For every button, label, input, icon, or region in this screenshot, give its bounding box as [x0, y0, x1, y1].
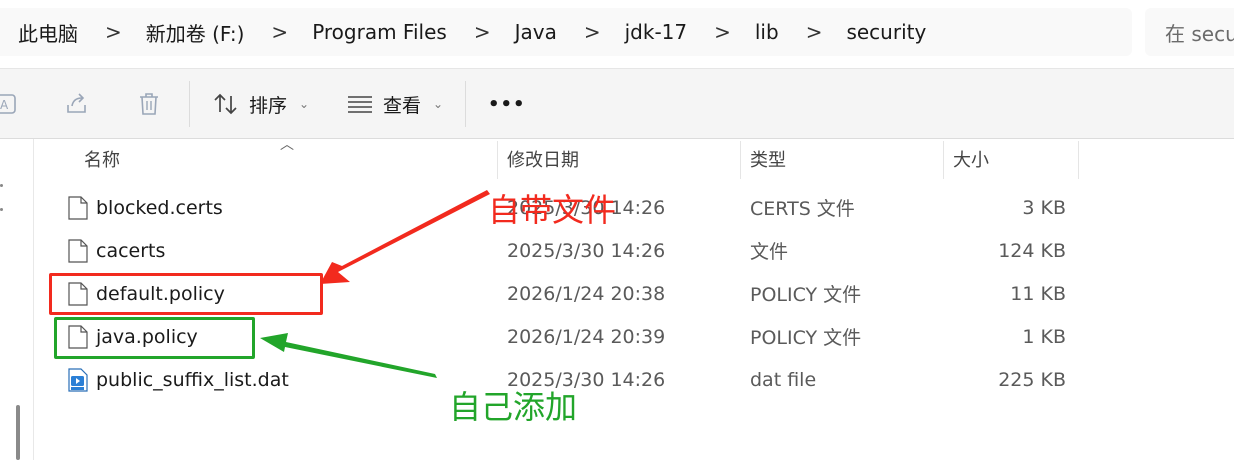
builtin-files-label: 自带文件 — [488, 191, 617, 229]
column-divider[interactable] — [740, 141, 741, 179]
breadcrumb-separator[interactable]: > — [78, 20, 122, 44]
breadcrumb-item-drive[interactable]: 新加卷 (F:) — [122, 18, 245, 47]
trash-icon[interactable] — [136, 91, 162, 117]
vertical-scrollbar[interactable] — [16, 405, 20, 460]
breadcrumb-separator[interactable]: > — [447, 20, 491, 44]
sort-button[interactable]: 排序 ⌄ — [213, 87, 309, 121]
breadcrumb-separator[interactable]: > — [557, 20, 601, 44]
nav-dot — [0, 184, 3, 187]
file-date: 2026/1/24 20:38 — [507, 282, 666, 305]
breadcrumb-separator[interactable]: > — [244, 20, 288, 44]
view-list-icon — [348, 96, 372, 113]
file-size: 225 KB — [998, 368, 1066, 391]
breadcrumb-item-security[interactable]: security — [822, 20, 926, 44]
address-bar-area: 此电脑 > 新加卷 (F:) > Program Files > Java > … — [0, 0, 1234, 69]
column-divider[interactable] — [497, 141, 498, 179]
sort-ascending-icon: ︿ — [280, 137, 294, 153]
document-icon — [68, 196, 88, 220]
column-header-size[interactable]: 大小 — [953, 139, 989, 179]
document-icon — [68, 239, 88, 263]
file-type: POLICY 文件 — [750, 327, 862, 349]
file-row[interactable]: cacerts 2025/3/30 14:26 文件 124 KB — [60, 229, 1080, 272]
search-input[interactable]: 在 security 中搜索 — [1145, 8, 1234, 56]
view-button[interactable]: 查看 ⌄ — [347, 87, 443, 121]
added-highlight-box — [54, 317, 255, 359]
breadcrumb-item-java[interactable]: Java — [491, 20, 557, 44]
file-size: 3 KB — [1022, 196, 1066, 219]
share-icon[interactable] — [64, 91, 90, 117]
sort-icon — [214, 93, 237, 115]
file-size: 124 KB — [998, 239, 1066, 262]
toolbar-divider — [465, 81, 466, 127]
rename-icon[interactable]: A — [0, 91, 18, 117]
breadcrumb-separator[interactable]: > — [687, 20, 731, 44]
breadcrumb-item-lib[interactable]: lib — [731, 20, 779, 44]
file-type: 文件 — [750, 241, 789, 263]
file-type: POLICY 文件 — [750, 284, 862, 306]
command-bar: A 排序 ⌄ 查看 ⌄ ••• — [0, 69, 1234, 139]
svg-text:A: A — [0, 98, 9, 112]
nav-dot — [0, 208, 3, 211]
column-header-type[interactable]: 类型 — [750, 139, 786, 179]
video-file-icon — [68, 368, 88, 392]
column-divider[interactable] — [943, 141, 944, 179]
added-files-label: 自己添加 — [449, 388, 578, 426]
breadcrumb[interactable]: 此电脑 > 新加卷 (F:) > Program Files > Java > … — [0, 8, 1132, 56]
breadcrumb-item-this-pc[interactable]: 此电脑 — [0, 18, 78, 47]
file-name: cacerts — [96, 239, 166, 262]
chevron-down-icon: ⌄ — [299, 97, 310, 111]
breadcrumb-separator[interactable]: > — [779, 20, 823, 44]
file-date: 2025/3/30 14:26 — [507, 239, 666, 262]
toolbar-divider — [189, 81, 190, 127]
breadcrumb-item-program-files[interactable]: Program Files — [288, 20, 447, 44]
file-size: 11 KB — [1010, 282, 1066, 305]
more-options-button[interactable]: ••• — [488, 87, 526, 121]
column-header-name[interactable]: 名称 — [84, 139, 120, 179]
file-name: blocked.certs — [96, 196, 223, 219]
file-type: CERTS 文件 — [750, 198, 855, 220]
view-label: 查看 — [383, 94, 422, 117]
column-header-date[interactable]: 修改日期 — [507, 139, 579, 179]
chevron-down-icon: ⌄ — [433, 97, 444, 111]
file-size: 1 KB — [1022, 325, 1066, 348]
breadcrumb-item-jdk[interactable]: jdk-17 — [601, 20, 688, 44]
file-name: public_suffix_list.dat — [96, 368, 289, 391]
sort-label: 排序 — [249, 94, 288, 117]
column-divider[interactable] — [1078, 141, 1079, 179]
file-type: dat file — [750, 368, 817, 391]
builtin-highlight-box — [49, 273, 323, 315]
file-date: 2026/1/24 20:39 — [507, 325, 666, 348]
